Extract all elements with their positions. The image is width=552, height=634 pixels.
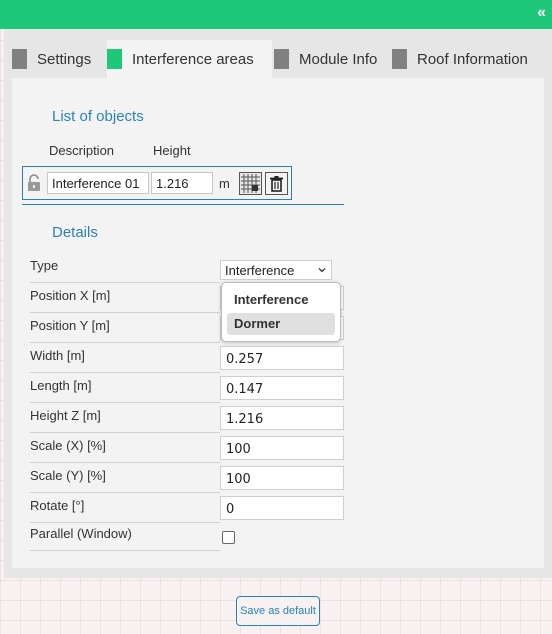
rotate-input[interactable]: 0 — [220, 496, 344, 520]
properties-panel: Settings Interference areas Module Info … — [4, 29, 552, 578]
height-z-input[interactable]: 1.216 — [220, 406, 344, 430]
details-title: Details — [52, 224, 98, 241]
position-y-label: Position Y [m] — [30, 313, 220, 343]
type-label: Type — [30, 253, 220, 283]
tab-label: Module Info — [299, 50, 378, 68]
section-divider — [22, 204, 344, 205]
height-unit: m — [219, 176, 230, 191]
scale-y-input[interactable]: 100 — [220, 466, 344, 490]
tab-bar: Settings Interference areas Module Info … — [12, 40, 542, 78]
unlock-icon[interactable] — [27, 174, 41, 192]
chevron-down-icon — [318, 268, 326, 273]
tab-content: List of objects Description Height Inter… — [12, 78, 544, 568]
tab-label: Settings — [37, 50, 92, 68]
tab-roof-information[interactable]: Roof Information — [392, 40, 542, 78]
tab-interference-areas[interactable]: Interference areas — [107, 40, 272, 78]
scale-y-label: Scale (Y) [%] — [30, 463, 220, 493]
length-label: Length [m] — [30, 373, 220, 403]
height-input[interactable]: 1.216 — [151, 172, 213, 194]
width-label: Width [m] — [30, 343, 220, 373]
rotate-label: Rotate [°] — [30, 493, 220, 523]
scale-x-input[interactable]: 100 — [220, 436, 344, 460]
tab-marker-icon — [392, 49, 407, 69]
tab-settings[interactable]: Settings — [12, 40, 107, 78]
description-column-header: Description — [49, 143, 115, 158]
parallel-window-checkbox[interactable] — [222, 531, 235, 544]
length-input[interactable]: 0.147 — [220, 376, 344, 400]
grid-icon[interactable] — [239, 172, 262, 195]
list-of-objects-title: List of objects — [52, 108, 144, 125]
type-select[interactable]: Interference — [220, 260, 332, 280]
position-x-label: Position X [m] — [30, 283, 220, 313]
tab-label: Interference areas — [132, 50, 254, 68]
height-z-label: Height Z [m] — [30, 403, 220, 433]
tab-marker-icon — [12, 49, 27, 69]
save-as-default-button[interactable]: Save as default — [236, 596, 320, 626]
type-select-value: Interference — [225, 263, 295, 278]
top-bar: « — [0, 0, 552, 29]
object-row[interactable]: Interference 01 1.216 m — [22, 166, 292, 200]
parallel-window-label: Parallel (Window) — [30, 521, 220, 551]
description-input[interactable]: Interference 01 — [47, 172, 149, 194]
trash-icon[interactable] — [265, 172, 288, 195]
tab-label: Roof Information — [417, 50, 528, 68]
scale-x-label: Scale (X) [%] — [30, 433, 220, 463]
type-option-dormer[interactable]: Dormer — [227, 313, 335, 335]
width-input[interactable]: 0.257 — [220, 346, 344, 370]
type-dropdown-menu: Interference Dormer — [221, 282, 341, 342]
tab-marker-icon — [107, 49, 122, 69]
tab-module-info[interactable]: Module Info — [272, 40, 392, 78]
height-column-header: Height — [153, 143, 191, 158]
collapse-icon[interactable]: « — [537, 4, 546, 22]
type-option-interference[interactable]: Interference — [227, 289, 335, 311]
tab-marker-icon — [274, 49, 289, 69]
